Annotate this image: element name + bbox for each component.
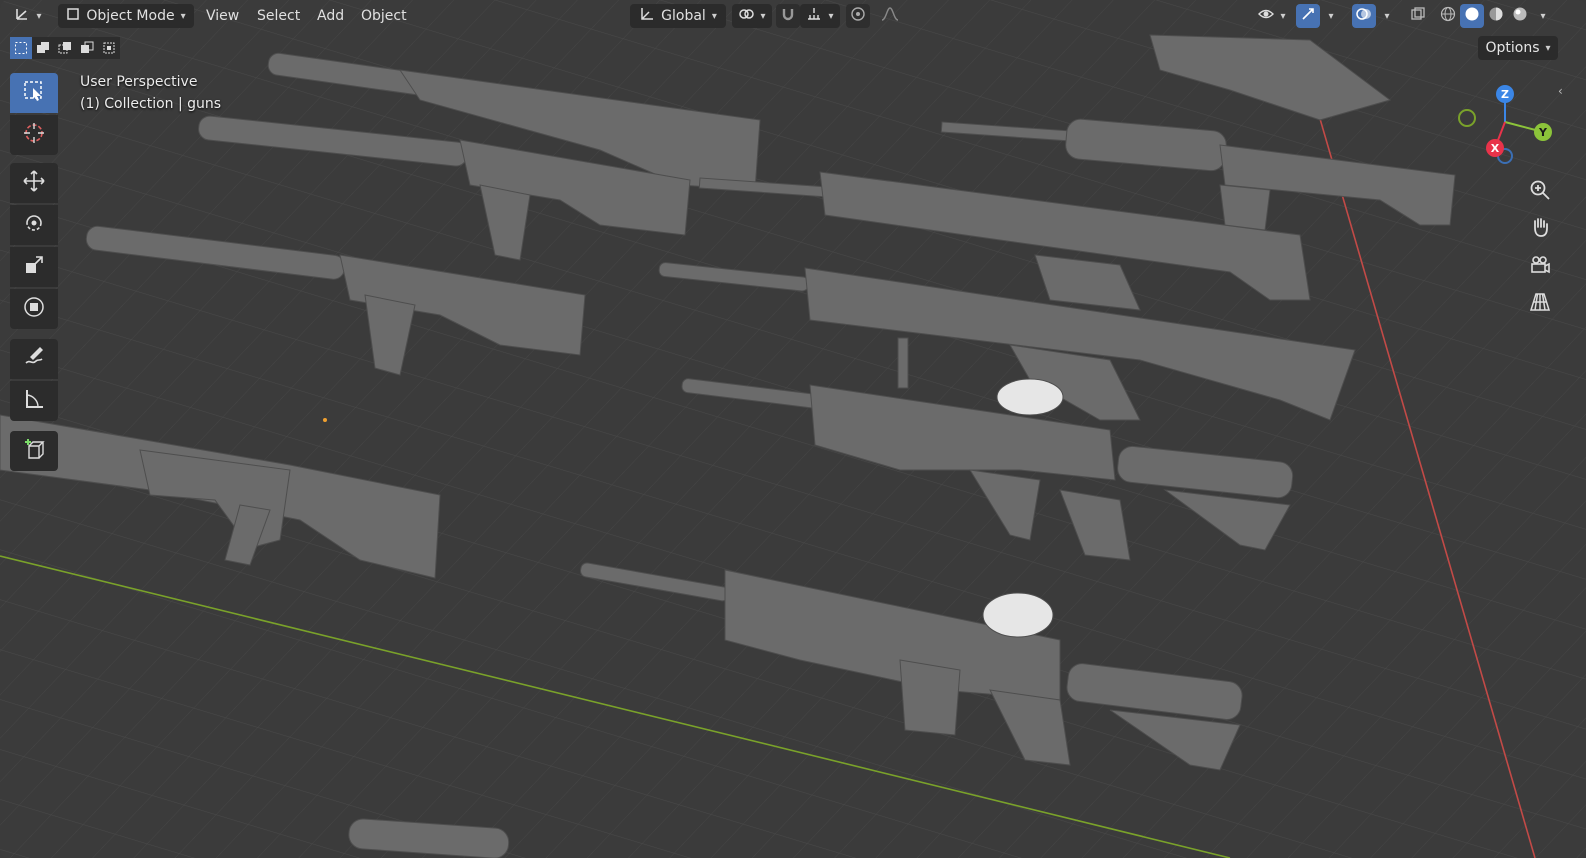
shading-material-button[interactable]	[1484, 4, 1508, 28]
proportional-edit-toggle[interactable]	[846, 4, 870, 28]
gizmo-icon	[1300, 6, 1316, 26]
camera-view-button[interactable]	[1523, 250, 1557, 284]
shading-dropdown[interactable]: ▾	[1534, 4, 1552, 28]
selection-mode-group	[10, 37, 120, 59]
add-cube-icon	[22, 437, 46, 465]
rotate-icon	[22, 211, 46, 239]
rendered-icon	[1512, 6, 1528, 26]
chevron-down-icon: ▾	[760, 10, 766, 22]
cube-mode-icon	[66, 7, 80, 25]
camera-icon	[1529, 254, 1551, 280]
annotate-icon	[22, 345, 46, 373]
cursor-icon	[22, 121, 46, 149]
zoom-button[interactable]	[1523, 175, 1557, 209]
select-invert-icon[interactable]	[76, 37, 98, 59]
pivot-point-dropdown[interactable]: ▾	[732, 4, 772, 28]
chevron-down-icon: ▾	[36, 10, 42, 22]
origin-point	[323, 418, 327, 422]
pan-button[interactable]	[1523, 212, 1557, 246]
add-cube-tool[interactable]	[10, 431, 58, 471]
measure-icon	[22, 387, 46, 415]
chevron-down-icon: ▾	[828, 10, 834, 22]
magnet-icon	[780, 6, 796, 26]
chevron-down-icon: ▾	[1280, 10, 1286, 22]
collection-info-label: (1) Collection | guns	[80, 96, 222, 112]
scale-tool[interactable]	[10, 247, 58, 287]
z-axis-label: Z	[1501, 88, 1509, 101]
move-icon	[22, 169, 46, 197]
editor-type-button[interactable]: ▾	[8, 4, 48, 28]
gizmo-dropdown[interactable]: ▾	[1322, 4, 1340, 28]
scene-canvas[interactable]	[0, 0, 1586, 858]
zoom-icon	[1529, 179, 1551, 205]
solid-icon	[1464, 6, 1480, 26]
3d-viewport[interactable]: ▾ Object Mode ▾ View Select Add Object G…	[0, 0, 1586, 858]
overlay-dropdown[interactable]: ▾	[1378, 4, 1396, 28]
scale-icon	[22, 253, 46, 281]
select-subtract-icon[interactable]	[54, 37, 76, 59]
cursor-tool[interactable]	[10, 115, 58, 155]
proportional-circle-icon	[850, 6, 866, 26]
eye-icon	[1258, 6, 1275, 26]
y-axis-label: Y	[1538, 126, 1548, 139]
transform-tool[interactable]	[10, 289, 58, 329]
chevron-down-icon: ▾	[180, 10, 186, 22]
chevron-down-icon: ▾	[1540, 10, 1546, 22]
axes-icon	[14, 6, 30, 26]
material-icon	[1488, 6, 1504, 26]
menu-add[interactable]: Add	[311, 4, 350, 28]
orientation-label: Global	[661, 8, 706, 24]
menu-view[interactable]: View	[200, 4, 245, 28]
perspective-grid-icon	[1529, 291, 1551, 317]
snap-grid-icon	[806, 6, 822, 26]
move-tool[interactable]	[10, 163, 58, 203]
perspective-toggle-button[interactable]	[1523, 287, 1557, 321]
chevron-down-icon: ▾	[1384, 10, 1390, 22]
overlay-icon	[1356, 6, 1372, 26]
gizmo-toggle[interactable]	[1296, 4, 1320, 28]
select-intersect-icon[interactable]	[98, 37, 120, 59]
chevron-down-icon: ▾	[1328, 10, 1334, 22]
transform-icon	[22, 295, 46, 323]
options-label: Options	[1485, 40, 1540, 56]
chevron-down-icon: ▾	[1545, 42, 1551, 54]
shading-solid-button[interactable]	[1460, 4, 1484, 28]
xray-toggle[interactable]	[1406, 4, 1430, 28]
sidebar-collapse-arrow[interactable]: ‹	[1558, 84, 1563, 98]
link-pivot-icon	[738, 6, 755, 26]
rotate-tool[interactable]	[10, 205, 58, 245]
snap-target-dropdown[interactable]: ▾	[800, 4, 840, 28]
menu-select[interactable]: Select	[251, 4, 306, 28]
overlay-toggle[interactable]	[1352, 4, 1376, 28]
annotate-tool[interactable]	[10, 339, 58, 379]
menu-object[interactable]: Object	[355, 4, 413, 28]
orientation-axes-icon	[639, 6, 655, 26]
select-box-icon	[22, 79, 46, 107]
view-name-label: User Perspective	[80, 74, 198, 90]
options-dropdown[interactable]: Options ▾	[1478, 36, 1558, 60]
transform-orientation-dropdown[interactable]: Global ▾	[630, 4, 726, 28]
snap-toggle[interactable]	[776, 4, 800, 28]
mode-label: Object Mode	[86, 8, 175, 24]
x-axis-label: X	[1491, 142, 1500, 155]
select-extend-icon[interactable]	[32, 37, 54, 59]
proportional-falloff-dropdown[interactable]	[872, 4, 908, 28]
viewport-header: ▾ Object Mode ▾ View Select Add Object G…	[0, 0, 1586, 33]
shading-wireframe-button[interactable]	[1436, 4, 1460, 28]
falloff-curve-icon	[880, 6, 900, 26]
measure-tool[interactable]	[10, 381, 58, 421]
wireframe-icon	[1440, 6, 1456, 26]
visibility-dropdown[interactable]: ▾	[1252, 4, 1292, 28]
pan-hand-icon	[1529, 216, 1551, 242]
xray-icon	[1410, 6, 1426, 26]
mode-dropdown[interactable]: Object Mode ▾	[58, 4, 194, 28]
shading-rendered-button[interactable]	[1508, 4, 1532, 28]
navigation-gizmo[interactable]: Z Y X	[1455, 82, 1555, 172]
chevron-down-icon: ▾	[711, 10, 717, 22]
select-box-tool[interactable]	[10, 73, 58, 113]
select-new-icon[interactable]	[10, 37, 32, 59]
